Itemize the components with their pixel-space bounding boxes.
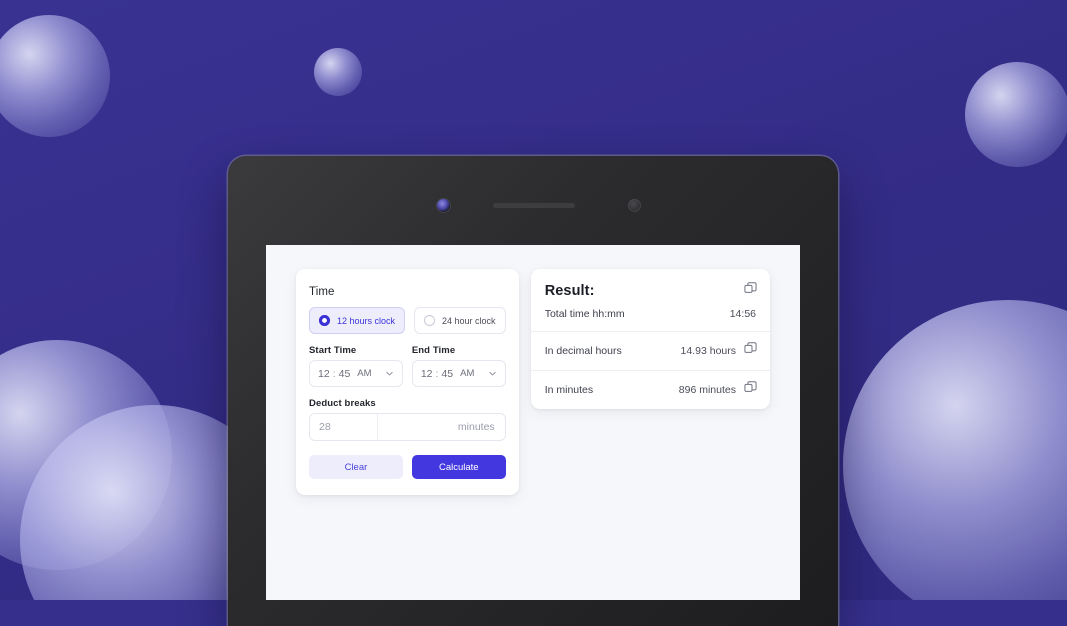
- result-row-decimal-hours: In decimal hours 14.93 hours: [530, 331, 770, 370]
- result-key: In minutes: [544, 384, 594, 396]
- camera-icon: [437, 199, 450, 212]
- clock-format-group: 12 hours clock 24 hour clock: [309, 307, 506, 334]
- radio-12-hours-clock[interactable]: 12 hours clock: [309, 307, 406, 334]
- result-card: Result: Total time hh:mm 14:56 In decima…: [530, 269, 770, 409]
- app-screen: Time 12 hours clock 24 hour clock Start …: [266, 245, 800, 600]
- time-inputs-row: Start Time 12 : 45 AM End Time 12: 45 A…: [309, 345, 506, 387]
- speaker-grille-icon: [493, 203, 575, 208]
- decorative-sphere: [0, 15, 110, 137]
- time-form-card: Time 12 hours clock 24 hour clock Start …: [296, 269, 519, 495]
- start-hour-value[interactable]: 12: [318, 368, 330, 380]
- result-title: Result:: [544, 283, 595, 299]
- result-header-block: Result: Total time hh:mm 14:56: [531, 269, 770, 331]
- copy-icon[interactable]: [744, 342, 757, 355]
- end-time-separator: :: [435, 367, 439, 380]
- result-value: 896 minutes: [678, 384, 736, 396]
- end-minute-value[interactable]: 45: [441, 368, 453, 380]
- deduct-breaks-unit: minutes: [457, 421, 495, 433]
- deduct-breaks-label: Deduct breaks: [309, 398, 376, 409]
- sensor-icon: [628, 199, 641, 212]
- deduct-breaks-input[interactable]: 28: [310, 414, 378, 440]
- end-time-group: End Time 12 : 45 AM: [411, 345, 506, 387]
- radio-24-hour-label: 24 hour clock: [442, 315, 496, 326]
- end-time-input[interactable]: 12 : 45 AM: [411, 360, 506, 387]
- decorative-sphere: [965, 62, 1067, 167]
- clear-button[interactable]: Clear: [309, 455, 403, 479]
- decorative-sphere: [314, 48, 362, 96]
- end-hour-value[interactable]: 12: [421, 368, 433, 380]
- copy-icon[interactable]: [744, 381, 757, 394]
- deduct-breaks-group: Deduct breaks 28 minutes: [309, 398, 506, 441]
- radio-unselected-icon: [424, 315, 436, 326]
- copy-icon[interactable]: [744, 282, 757, 295]
- calculate-button[interactable]: Calculate: [411, 455, 506, 479]
- form-title: Time: [309, 286, 335, 298]
- start-time-group: Start Time 12 : 45 AM: [309, 345, 403, 387]
- result-value: 14.93 hours: [680, 345, 736, 357]
- radio-selected-icon: [319, 315, 330, 326]
- radio-24-hour-clock[interactable]: 24 hour clock: [414, 307, 506, 334]
- start-meridiem-value[interactable]: AM: [357, 368, 371, 379]
- start-minute-value[interactable]: 45: [339, 368, 351, 380]
- deduct-breaks-field[interactable]: 28 minutes: [309, 413, 506, 441]
- result-key: In decimal hours: [544, 345, 622, 357]
- form-actions: Clear Calculate: [309, 455, 506, 479]
- end-meridiem-value[interactable]: AM: [460, 368, 474, 379]
- tablet-bezel-top: [228, 156, 838, 246]
- chevron-down-icon[interactable]: [385, 369, 394, 378]
- result-key: Total time hh:mm: [544, 308, 625, 320]
- chevron-down-icon[interactable]: [488, 369, 497, 378]
- result-value: 14:56: [729, 308, 756, 320]
- result-row-total-time: Total time hh:mm 14:56: [545, 308, 756, 320]
- result-row-minutes: In minutes 896 minutes: [530, 370, 770, 409]
- start-time-separator: :: [332, 367, 336, 380]
- decorative-sphere: [843, 300, 1067, 600]
- radio-12-hours-label: 12 hours clock: [337, 315, 396, 326]
- start-time-label: Start Time: [309, 345, 357, 356]
- start-time-input[interactable]: 12 : 45 AM: [309, 360, 403, 387]
- end-time-label: End Time: [411, 345, 456, 356]
